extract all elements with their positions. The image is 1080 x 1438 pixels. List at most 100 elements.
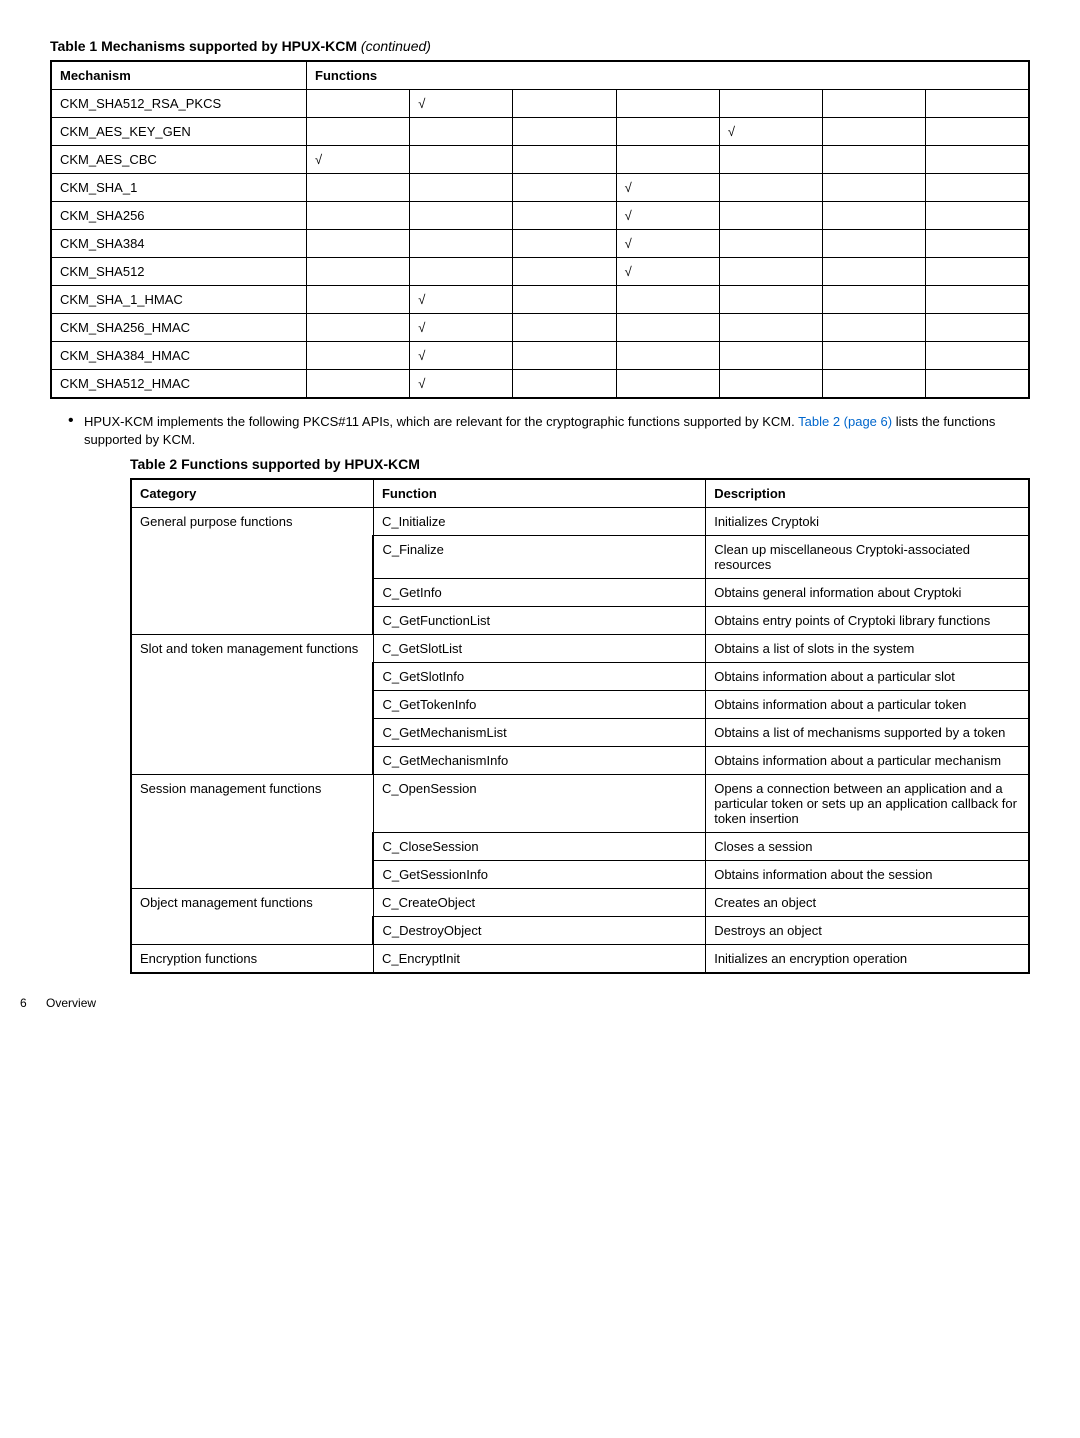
function-cell [410,202,513,230]
function-cell [410,146,513,174]
mechanism-cell: CKM_SHA256_HMAC [51,314,307,342]
function-name-cell: C_GetSlotInfo [373,663,705,691]
table-row: CKM_SHA256√ [51,202,1029,230]
table-row: CKM_SHA384_HMAC√ [51,342,1029,370]
function-cell [926,90,1029,118]
function-cell [513,230,616,258]
function-cell [616,370,719,399]
function-name-cell: C_DestroyObject [373,917,705,945]
table-row: CKM_AES_KEY_GEN √ [51,118,1029,146]
functions-table: Category Function Description General pu… [130,478,1030,974]
function-desc-cell: Closes a session [706,833,1029,861]
mechanism-cell: CKM_SHA_1 [51,174,307,202]
function-name-cell: C_Finalize [373,536,705,579]
function-cell: √ [719,118,822,146]
section-name: Overview [46,996,96,1010]
table2-header-description: Description [706,479,1029,508]
function-cell [616,118,719,146]
function-cell [926,118,1029,146]
table1-caption-prefix: Table 1 Mechanisms supported by HPUX-KCM [50,38,357,54]
table1-caption: Table 1 Mechanisms supported by HPUX-KCM… [50,38,1030,54]
function-cell [616,286,719,314]
function-cell [926,174,1029,202]
function-cell [719,174,822,202]
category-cell: Slot and token management functions [131,635,373,775]
function-desc-cell: Initializes an encryption operation [706,945,1029,974]
function-cell [307,202,410,230]
function-name-cell: C_CreateObject [373,889,705,917]
function-desc-cell: Clean up miscellaneous Cryptoki-associat… [706,536,1029,579]
function-cell [307,258,410,286]
function-desc-cell: Initializes Cryptoki [706,508,1029,536]
function-desc-cell: Obtains information about a particular s… [706,663,1029,691]
function-cell [719,90,822,118]
function-cell [823,202,926,230]
mechanism-cell: CKM_AES_KEY_GEN [51,118,307,146]
function-cell [513,286,616,314]
function-cell: √ [307,146,410,174]
function-desc-cell: Obtains a list of mechanisms supported b… [706,719,1029,747]
function-desc-cell: Obtains general information about Crypto… [706,579,1029,607]
function-desc-cell: Opens a connection between an applicatio… [706,775,1029,833]
table2-link[interactable]: Table 2 (page 6) [798,414,892,429]
table-row: CKM_SHA256_HMAC√ [51,314,1029,342]
function-cell [307,118,410,146]
function-cell [719,342,822,370]
category-cell: Encryption functions [131,945,373,974]
function-cell [719,286,822,314]
function-cell [307,174,410,202]
function-name-cell: C_GetTokenInfo [373,691,705,719]
function-cell [823,118,926,146]
function-cell [823,314,926,342]
table1-header-mechanism: Mechanism [51,61,307,90]
function-name-cell: C_GetSessionInfo [373,861,705,889]
function-cell [410,258,513,286]
function-cell [823,90,926,118]
function-desc-cell: Obtains a list of slots in the system [706,635,1029,663]
mechanism-cell: CKM_SHA512_HMAC [51,370,307,399]
function-cell [513,118,616,146]
function-cell [307,230,410,258]
function-cell [719,146,822,174]
function-cell [719,258,822,286]
function-cell [410,174,513,202]
function-cell: √ [616,174,719,202]
function-desc-cell: Destroys an object [706,917,1029,945]
function-desc-cell: Obtains information about the session [706,861,1029,889]
function-cell [926,370,1029,399]
table1-caption-suffix: (continued) [361,38,431,54]
table-row: Object management functionsC_CreateObjec… [131,889,1029,917]
function-cell [719,370,822,399]
mechanism-cell: CKM_SHA_1_HMAC [51,286,307,314]
function-name-cell: C_CloseSession [373,833,705,861]
function-cell [823,342,926,370]
category-cell: Session management functions [131,775,373,889]
function-cell [513,314,616,342]
function-cell [616,342,719,370]
function-desc-cell: Obtains information about a particular t… [706,691,1029,719]
table2-caption: Table 2 Functions supported by HPUX-KCM [130,456,1030,472]
function-cell [307,370,410,399]
function-cell: √ [616,202,719,230]
table-row: CKM_SHA512_HMAC√ [51,370,1029,399]
bullet-part1: HPUX-KCM implements the following PKCS#1… [84,414,798,429]
function-cell [307,90,410,118]
table-row: CKM_SHA512_RSA_PKCS√ [51,90,1029,118]
table2-header-function: Function [373,479,705,508]
function-desc-cell: Creates an object [706,889,1029,917]
function-cell [307,314,410,342]
function-cell: √ [616,258,719,286]
function-cell [616,314,719,342]
function-name-cell: C_Initialize [373,508,705,536]
function-name-cell: C_GetInfo [373,579,705,607]
table-row: CKM_SHA_1_HMAC√ [51,286,1029,314]
function-cell [719,202,822,230]
bullet-text: HPUX-KCM implements the following PKCS#1… [84,413,1030,448]
function-name-cell: C_EncryptInit [373,945,705,974]
function-cell [513,370,616,399]
mechanism-cell: CKM_SHA512 [51,258,307,286]
function-cell [307,286,410,314]
function-cell [513,342,616,370]
function-cell [926,342,1029,370]
function-name-cell: C_GetFunctionList [373,607,705,635]
